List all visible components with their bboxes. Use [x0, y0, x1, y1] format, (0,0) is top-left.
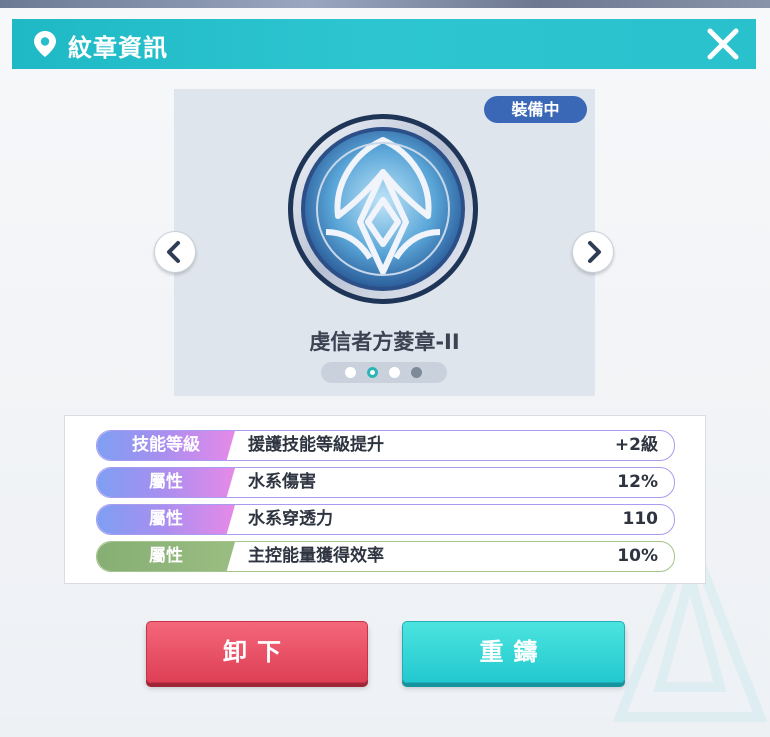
stat-tag: 屬性: [97, 468, 235, 497]
stat-row: 屬性 水系傷害 12%: [96, 467, 675, 498]
stats-panel: 技能等級 援護技能等級提升 +2級 屬性 水系傷害 12% 屬性 水系穿透力 1…: [64, 415, 706, 584]
stat-row: 屬性 主控能量獲得效率 10%: [96, 541, 675, 572]
next-medal-button[interactable]: [572, 231, 614, 273]
medal-emblem: [288, 114, 478, 304]
unequip-button[interactable]: 卸下: [146, 621, 368, 683]
stat-name: 水系傷害: [248, 472, 316, 492]
recast-button[interactable]: 重鑄: [402, 621, 625, 683]
stat-name: 援護技能等級提升: [248, 435, 384, 455]
equipped-badge: 裝備中: [484, 96, 587, 123]
pager-dot-active[interactable]: [367, 367, 378, 378]
pager-dots: [321, 362, 447, 383]
stat-tag: 屬性: [97, 542, 235, 571]
chevron-left-icon: [167, 241, 180, 263]
pager-dot[interactable]: [411, 367, 422, 378]
title-bar: 紋章資訊: [12, 19, 756, 69]
stat-name: 主控能量獲得效率: [248, 546, 384, 566]
medal-name: 虔信者方菱章-II: [309, 330, 460, 354]
stat-value: 10%: [617, 546, 658, 566]
stat-name: 水系穿透力: [248, 509, 333, 529]
location-pin-icon: [34, 31, 56, 57]
stat-tag: 屬性: [97, 505, 235, 534]
background-strip: [0, 0, 770, 8]
stat-row: 技能等級 援護技能等級提升 +2級: [96, 430, 675, 461]
close-icon[interactable]: [706, 27, 740, 61]
stat-value: 110: [622, 509, 659, 529]
stat-value: 12%: [617, 472, 658, 492]
chevron-right-icon: [588, 241, 601, 263]
page-title: 紋章資訊: [68, 34, 168, 62]
stat-value: +2級: [614, 435, 658, 455]
previous-medal-button[interactable]: [154, 231, 196, 273]
stat-tag: 技能等級: [97, 431, 235, 460]
stat-row: 屬性 水系穿透力 110: [96, 504, 675, 535]
pager-dot[interactable]: [345, 367, 356, 378]
pager-dot[interactable]: [389, 367, 400, 378]
